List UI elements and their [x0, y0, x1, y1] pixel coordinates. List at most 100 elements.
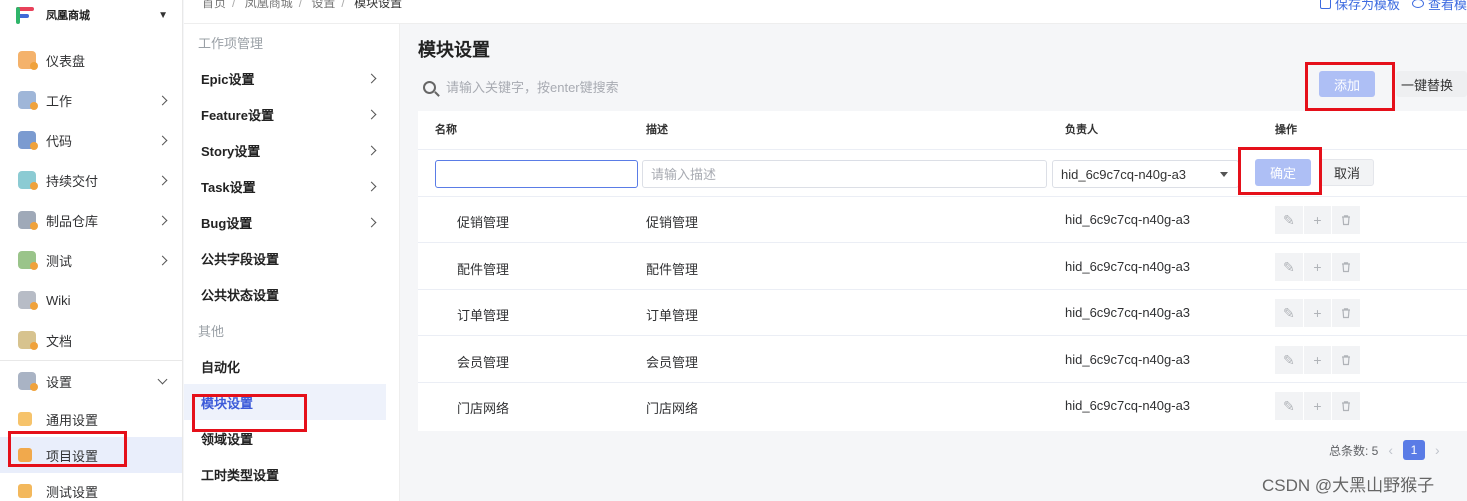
delete-icon[interactable]: [1332, 299, 1361, 327]
add-button[interactable]: 添加: [1319, 71, 1375, 97]
top-bar: 首页 / 凤凰商城 / 设置 / 模块设置 保存为模板 查看模: [184, 0, 1467, 24]
view-template-button[interactable]: 查看模: [1411, 0, 1467, 13]
chevron-right-icon: [157, 95, 168, 105]
cell-name: 订单管理: [457, 308, 510, 323]
test-icon: [18, 251, 38, 270]
menu-item-automation[interactable]: 自动化: [184, 348, 386, 384]
sidebar-item-label: 制品仓库: [46, 213, 99, 229]
delete-icon[interactable]: [1332, 206, 1361, 234]
project-settings-icon: [18, 448, 32, 462]
bulk-replace-button[interactable]: 一键替换: [1396, 71, 1467, 97]
row-actions: ✎ +: [1275, 206, 1361, 234]
sidebar-subitem-test-settings[interactable]: 测试设置: [0, 473, 182, 501]
edit-icon[interactable]: ✎: [1275, 206, 1303, 234]
test-settings-icon: [18, 484, 32, 498]
save-as-template-button[interactable]: 保存为模板: [1319, 0, 1400, 13]
sidebar-item-code[interactable]: 代码: [0, 120, 182, 160]
edit-icon[interactable]: ✎: [1275, 346, 1303, 374]
sidebar-item-label: Wiki: [46, 292, 71, 308]
sidebar-item-label: 文档: [46, 333, 73, 349]
chevron-right-icon: [157, 175, 168, 185]
owner-select-value: hid_6c9c7cq-n40g-a3: [1061, 166, 1187, 182]
sidebar-item-delivery[interactable]: 持续交付: [0, 160, 182, 200]
breadcrumb: 首页 / 凤凰商城 / 设置 / 模块设置: [202, 0, 402, 11]
delete-icon[interactable]: [1332, 346, 1361, 374]
sidebar-item-wiki[interactable]: Wiki: [0, 280, 182, 320]
edit-icon[interactable]: ✎: [1275, 253, 1303, 281]
chevron-left-icon[interactable]: ‹: [1388, 442, 1393, 458]
row-divider: [418, 335, 1467, 336]
page-title: 模块设置: [418, 40, 490, 60]
menu-item-label: 公共状态设置: [201, 287, 280, 303]
add-child-icon[interactable]: +: [1303, 299, 1332, 327]
column-header-name: 名称: [435, 124, 457, 136]
watermark: CSDN @大黑山野猴子: [1262, 476, 1435, 495]
menu-item-common-fields[interactable]: 公共字段设置: [184, 240, 386, 276]
cell-owner: hid_6c9c7cq-n40g-a3: [1065, 212, 1191, 227]
menu-item-worktime-type[interactable]: 工时类型设置: [184, 456, 386, 492]
add-child-icon[interactable]: +: [1303, 206, 1332, 234]
sidebar-item-label: 仪表盘: [46, 53, 86, 69]
delete-icon[interactable]: [1332, 392, 1361, 420]
eye-icon: [1411, 0, 1424, 8]
sidebar-item-label: 持续交付: [46, 173, 99, 189]
menu-item-label: Story设置: [201, 143, 261, 159]
search-input[interactable]: [446, 79, 1006, 95]
total-count: 总条数: 5: [1329, 443, 1379, 458]
cell-desc: 门店网络: [646, 401, 699, 416]
add-child-icon[interactable]: +: [1303, 392, 1332, 420]
sidebar-item-settings[interactable]: 设置: [0, 361, 182, 401]
menu-item-story[interactable]: Story设置: [184, 132, 386, 168]
top-actions: 保存为模板 查看模: [1319, 0, 1467, 13]
add-child-icon[interactable]: +: [1303, 253, 1332, 281]
menu-item-label: Task设置: [201, 179, 256, 195]
menu-item-feature[interactable]: Feature设置: [184, 96, 386, 132]
sidebar-item-label: 工作: [46, 93, 73, 109]
row-actions: ✎ +: [1275, 346, 1361, 374]
column-header-owner: 负责人: [1065, 124, 1098, 136]
menu-item-bug[interactable]: Bug设置: [184, 204, 386, 240]
project-switcher[interactable]: 凤凰商城 ▼: [0, 0, 182, 30]
pagination: 总条数: 5 ‹ 1 ›: [1329, 440, 1450, 460]
owner-select[interactable]: hid_6c9c7cq-n40g-a3: [1052, 160, 1239, 188]
document-icon: [18, 331, 38, 350]
menu-item-task[interactable]: Task设置: [184, 168, 386, 204]
edit-icon[interactable]: ✎: [1275, 299, 1303, 327]
sidebar-item-artifacts[interactable]: 制品仓库: [0, 200, 182, 240]
row-divider: [418, 382, 1467, 383]
menu-group-other: 其他: [198, 323, 225, 339]
chevron-right-icon: [157, 215, 168, 225]
sidebar-subitem-general-settings[interactable]: 通用设置: [0, 401, 182, 437]
caret-down-icon: [1220, 172, 1228, 177]
delete-icon[interactable]: [1332, 253, 1361, 281]
sidebar-item-docs[interactable]: 文档: [0, 320, 182, 360]
sidebar-item-work[interactable]: 工作: [0, 80, 182, 120]
sidebar-item-test[interactable]: 测试: [0, 240, 182, 280]
row-divider: [418, 149, 1467, 150]
cancel-button[interactable]: 取消: [1320, 159, 1374, 186]
chevron-right-icon[interactable]: ›: [1435, 442, 1440, 458]
module-name-input[interactable]: [435, 160, 638, 188]
breadcrumb-project[interactable]: 凤凰商城: [245, 0, 293, 10]
confirm-button[interactable]: 确定: [1255, 159, 1311, 186]
caret-down-icon: ▼: [158, 9, 168, 21]
menu-item-domain-settings[interactable]: 领域设置: [184, 420, 386, 456]
menu-item-epic[interactable]: Epic设置: [184, 60, 386, 96]
chevron-right-icon: [366, 181, 377, 191]
menu-item-label: 领域设置: [201, 431, 254, 447]
breadcrumb-home[interactable]: 首页: [202, 0, 226, 10]
sidebar-item-dashboard[interactable]: 仪表盘: [0, 40, 182, 80]
chevron-right-icon: [366, 109, 377, 119]
page-number-current[interactable]: 1: [1403, 440, 1426, 460]
menu-item-label: 模块设置: [201, 395, 254, 411]
menu-item-common-status[interactable]: 公共状态设置: [184, 276, 386, 312]
add-child-icon[interactable]: +: [1303, 346, 1332, 374]
breadcrumb-current: 模块设置: [354, 0, 403, 10]
sidebar-subitem-project-settings[interactable]: 项目设置: [0, 437, 182, 473]
row-divider: [418, 242, 1467, 243]
menu-item-module-settings[interactable]: 模块设置: [184, 384, 386, 420]
module-desc-input[interactable]: [642, 160, 1047, 188]
edit-icon[interactable]: ✎: [1275, 392, 1303, 420]
breadcrumb-settings[interactable]: 设置: [311, 0, 335, 10]
cell-owner: hid_6c9c7cq-n40g-a3: [1065, 259, 1191, 274]
